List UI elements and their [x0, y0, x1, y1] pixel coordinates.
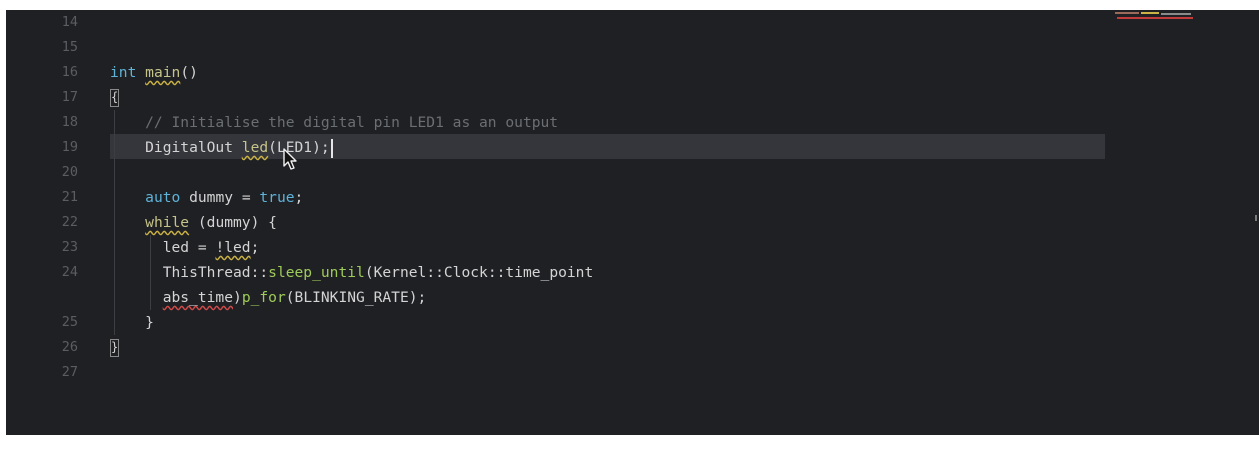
code-token: main [145, 64, 181, 81]
code-line[interactable]: 17 { [6, 85, 1259, 110]
mouse-pointer-icon [283, 148, 297, 170]
code-line[interactable]: 16 int main() [6, 60, 1259, 85]
code-token: () [180, 64, 198, 81]
code-text[interactable]: ThisThread::sleep_until(Kernel::Clock::t… [110, 260, 594, 285]
screen: 14 15 16 int main() 17 {18 // Initialise the … [0, 0, 1259, 463]
code-token: p_for [241, 289, 286, 306]
code-token: abs_time [162, 289, 234, 306]
code-text[interactable]: while (dummy) { [110, 210, 277, 235]
line-number: 22 [61, 214, 78, 230]
scrollbar-marker[interactable] [1255, 215, 1257, 221]
code-line[interactable]: 14 [6, 10, 1259, 35]
code-text[interactable]: led = !led; [110, 235, 260, 260]
line-number: 26 [61, 339, 78, 355]
code-token: while [145, 214, 190, 231]
minimap[interactable] [1111, 12, 1197, 20]
code-line[interactable]: 21 auto dummy = true; [6, 185, 1259, 210]
minimap-line [1161, 13, 1191, 15]
code-token: ; [250, 239, 260, 256]
code-token: // Initialise the digital pin LED1 as an… [110, 114, 559, 131]
line-number: 19 [61, 139, 78, 155]
code-text[interactable]: abs_time)p_for(BLINKING_RATE); [110, 285, 427, 310]
code-line[interactable]: abs_time)p_for(BLINKING_RATE); [6, 285, 1259, 310]
code-token: led = [110, 239, 216, 256]
line-number: 14 [61, 14, 78, 30]
code-token: !led [215, 239, 251, 256]
code-token: ) [233, 289, 242, 306]
line-number: 24 [61, 264, 78, 280]
code-line[interactable]: 15 [6, 35, 1259, 60]
code-line[interactable]: 25 } [6, 310, 1259, 335]
line-number: 18 [61, 114, 78, 130]
code-token: dummy = [180, 189, 260, 206]
line-number: 25 [61, 314, 78, 330]
code-editor[interactable]: 14 15 16 int main() 17 {18 // Initialise the … [6, 10, 1259, 435]
matched-brace: } [110, 339, 119, 357]
code-token: ; [294, 189, 304, 206]
code-token: ThisThread:: [110, 264, 269, 281]
code-line[interactable]: 23 led = !led; [6, 235, 1259, 260]
line-number: 16 [61, 64, 78, 80]
line-number: 21 [61, 189, 78, 205]
matched-brace: { [110, 89, 119, 107]
code-token: (Kernel::Clock::time_point [364, 264, 594, 281]
code-token: sleep_until [268, 264, 365, 281]
code-text[interactable]: // Initialise the digital pin LED1 as an… [110, 110, 558, 135]
code-token: } [110, 314, 154, 331]
line-number: 27 [61, 364, 78, 380]
code-line[interactable]: 27 [6, 360, 1259, 385]
minimap-error-line [1117, 17, 1193, 19]
line-number: 17 [61, 89, 78, 105]
code-line[interactable]: 19 DigitalOut led(LED1); [6, 135, 1259, 160]
code-text[interactable]: DigitalOut led(LED1); [110, 135, 333, 160]
code-line[interactable]: 18 // Initialise the digital pin LED1 as… [6, 110, 1259, 135]
code-line[interactable]: 22 while (dummy) { [6, 210, 1259, 235]
code-token: int [110, 64, 137, 81]
code-token: true [259, 189, 295, 206]
code-text[interactable]: auto dummy = true; [110, 185, 303, 210]
minimap-line [1115, 12, 1139, 14]
code-token: (BLINKING_RATE); [285, 289, 427, 306]
code-token: DigitalOut [110, 139, 242, 156]
code-text[interactable]: } [110, 310, 154, 335]
minimap-line [1141, 12, 1159, 14]
line-number: 15 [61, 39, 78, 55]
code-token: (dummy) { [189, 214, 277, 231]
line-number: 20 [61, 164, 78, 180]
line-number: 23 [61, 239, 78, 255]
code-text[interactable]: } [110, 335, 119, 360]
code-line[interactable]: 20 [6, 160, 1259, 185]
code-text[interactable]: { [110, 85, 119, 110]
code-line[interactable]: 24 ThisThread::sleep_until(Kernel::Clock… [6, 260, 1259, 285]
code-text[interactable]: int main() [110, 60, 198, 85]
text-caret [330, 138, 333, 158]
code-token: auto [145, 189, 181, 206]
code-line[interactable]: 26} [6, 335, 1259, 360]
code-token: led [241, 139, 269, 156]
